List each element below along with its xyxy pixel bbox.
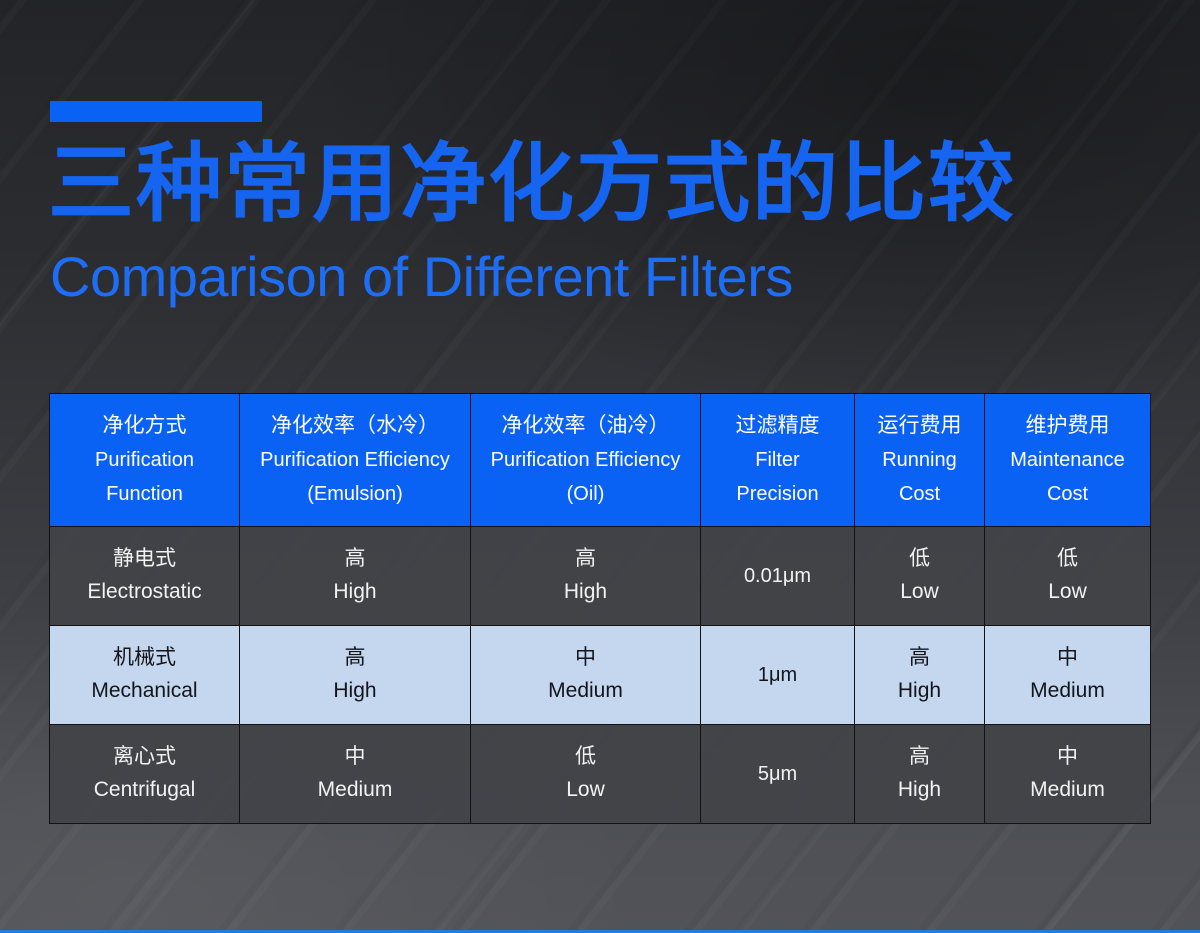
cell-zh: 中 (1057, 745, 1078, 769)
column-header-en-line2: (Oil) (566, 483, 605, 505)
column-header-filter-precision: 过滤精度 Filter Precision (700, 393, 855, 527)
column-header-zh: 净化效率（水冷） (271, 413, 439, 437)
cell-zh: 高 (344, 547, 366, 571)
cell-en: High (333, 580, 377, 603)
cell-efficiency-oil: 低 Low (470, 724, 701, 824)
accent-bar (50, 101, 262, 122)
cell-en: Centrifugal (93, 778, 196, 801)
cell-zh: 中 (1057, 646, 1078, 670)
cell-maintenance-cost: 中 Medium (984, 625, 1151, 725)
cell-running-cost: 高 High (854, 724, 985, 824)
column-header-en-line1: Running (882, 448, 957, 471)
column-header-efficiency-emulsion: 净化效率（水冷） Purification Efficiency (Emulsi… (239, 393, 471, 527)
cell-en: Low (566, 778, 605, 801)
cell-en: Low (900, 580, 939, 603)
cell-zh: 低 (1057, 547, 1078, 571)
column-header-zh: 净化方式 (102, 413, 187, 437)
comparison-table-wrapper: 净化方式 Purification Function 净化效率（水冷） Puri… (49, 393, 1151, 824)
cell-en: Medium (548, 679, 623, 702)
cell-maintenance-cost: 低 Low (984, 526, 1151, 626)
column-header-en-line1: Purification Efficiency (490, 448, 681, 471)
column-header-en-line1: Filter (755, 448, 800, 471)
column-header-en-line1: Maintenance (1010, 448, 1125, 471)
page-title-zh: 三种常用净化方式的比较 (48, 136, 1016, 232)
cell-en: Medium (317, 778, 393, 801)
slide-root: 三种常用净化方式的比较 Comparison of Different Filt… (0, 0, 1200, 933)
cell-efficiency-oil: 中 Medium (470, 625, 701, 725)
table-row: 离心式 Centrifugal 中 Medium 低 Low 5μm 高 Hig… (49, 724, 1151, 824)
cell-en: Medium (1030, 778, 1105, 801)
cell-en: High (897, 778, 942, 801)
column-header-zh: 运行费用 (877, 413, 962, 437)
cell-filter-precision: 5μm (700, 724, 855, 824)
cell-method: 机械式 Mechanical (49, 625, 240, 725)
page-title-en: Comparison of Different Filters (50, 245, 793, 308)
cell-zh: 高 (575, 547, 596, 571)
cell-zh: 高 (344, 646, 366, 670)
table-header: 净化方式 Purification Function 净化效率（水冷） Puri… (49, 393, 1151, 527)
cell-value: 0.01μm (743, 565, 812, 587)
cell-running-cost: 高 High (854, 625, 985, 725)
table-row: 机械式 Mechanical 高 High 中 Medium 1μm 高 Hig… (49, 625, 1151, 725)
cell-value: 5μm (757, 763, 798, 785)
column-header-en-line1: Purification (95, 448, 194, 471)
cell-en: Mechanical (91, 679, 198, 702)
column-header-zh: 维护费用 (1025, 413, 1110, 437)
cell-en: High (333, 679, 377, 702)
cell-efficiency-emulsion: 高 High (239, 526, 471, 626)
cell-zh: 中 (575, 646, 596, 670)
column-header-en-line2: Cost (1046, 483, 1089, 505)
cell-zh: 静电式 (113, 547, 176, 571)
cell-running-cost: 低 Low (854, 526, 985, 626)
table-row: 静电式 Electrostatic 高 High 高 High 0.01μm 低… (49, 526, 1151, 626)
cell-filter-precision: 1μm (700, 625, 855, 725)
column-header-zh: 过滤精度 (735, 413, 820, 437)
comparison-table: 净化方式 Purification Function 净化效率（水冷） Puri… (49, 393, 1151, 824)
column-header-en-line2: Cost (898, 483, 941, 505)
cell-zh: 低 (909, 547, 930, 571)
column-header-purification-function: 净化方式 Purification Function (49, 393, 240, 527)
cell-efficiency-oil: 高 High (470, 526, 701, 626)
column-header-zh: 净化效率（油冷） (501, 413, 670, 437)
cell-maintenance-cost: 中 Medium (984, 724, 1151, 824)
cell-efficiency-emulsion: 高 High (239, 625, 471, 725)
cell-filter-precision: 0.01μm (700, 526, 855, 626)
cell-method: 离心式 Centrifugal (49, 724, 240, 824)
column-header-en-line2: Function (106, 483, 183, 505)
column-header-en-line1: Purification Efficiency (260, 448, 450, 471)
cell-zh: 低 (575, 745, 596, 769)
cell-zh: 机械式 (113, 646, 176, 670)
table-body: 静电式 Electrostatic 高 High 高 High 0.01μm 低… (49, 526, 1151, 824)
cell-zh: 离心式 (113, 745, 176, 769)
cell-method: 静电式 Electrostatic (49, 526, 240, 626)
cell-en: High (897, 679, 942, 702)
column-header-maintenance-cost: 维护费用 Maintenance Cost (984, 393, 1151, 527)
cell-en: High (563, 580, 608, 603)
cell-value: 1μm (757, 664, 798, 686)
cell-zh: 高 (909, 745, 930, 769)
cell-en: Medium (1030, 679, 1105, 702)
column-header-en-line2: (Emulsion) (307, 483, 403, 505)
cell-en: Electrostatic (87, 580, 202, 603)
cell-zh: 中 (344, 745, 366, 769)
column-header-en-line2: Precision (736, 483, 819, 505)
cell-efficiency-emulsion: 中 Medium (239, 724, 471, 824)
column-header-efficiency-oil: 净化效率（油冷） Purification Efficiency (Oil) (470, 393, 701, 527)
cell-en: Low (1048, 580, 1087, 603)
column-header-running-cost: 运行费用 Running Cost (854, 393, 985, 527)
table-header-row: 净化方式 Purification Function 净化效率（水冷） Puri… (49, 393, 1151, 527)
cell-zh: 高 (909, 646, 930, 670)
